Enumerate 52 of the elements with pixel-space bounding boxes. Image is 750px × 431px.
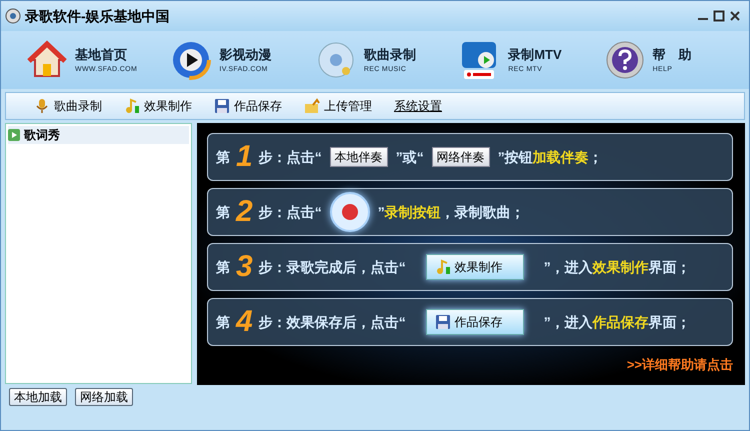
help-icon <box>604 40 645 80</box>
step-text: ”，进入 <box>544 258 593 276</box>
close-icon[interactable] <box>729 10 741 22</box>
step-text: ”，进入 <box>544 312 593 332</box>
nav-title[interactable]: 基地首页 <box>75 45 138 64</box>
step-prefix: 第 <box>216 258 230 276</box>
window-title: 录歌软件-娱乐基地中国 <box>25 6 170 26</box>
help-link[interactable]: >>详细帮助请点击 <box>626 355 733 374</box>
music-note-icon <box>434 259 451 275</box>
nav-title[interactable]: 帮 助 <box>652 45 692 64</box>
step-text: 界面； <box>648 312 691 332</box>
highlight-text: 加载伴奏 <box>532 148 589 166</box>
step-prefix: 第 <box>216 312 230 332</box>
step-text: 步：点击“ <box>258 202 322 222</box>
toolbar-item[interactable]: 效果制作 <box>144 97 192 115</box>
step-text: ”按钮 <box>498 148 533 166</box>
step-prefix: 第 <box>216 148 230 166</box>
nav-title[interactable]: 影视动漫 <box>219 45 272 64</box>
house-icon <box>27 40 67 80</box>
toolbar-item[interactable]: 作品保存 <box>234 97 282 115</box>
toolbar-item[interactable]: 歌曲录制 <box>54 97 102 115</box>
step-prefix: 第 <box>216 202 230 222</box>
step-number: 2 <box>236 197 253 227</box>
disc-icon <box>316 40 356 80</box>
play-disc-icon <box>171 40 212 80</box>
nav-title[interactable]: 录制MTV <box>508 45 562 64</box>
microphone-icon <box>34 98 50 114</box>
nav-title[interactable]: 歌曲录制 <box>364 45 416 64</box>
app-logo-icon <box>5 8 21 24</box>
folder-arrow-icon <box>304 98 320 114</box>
step-text: 步：效果保存后，点击“ <box>258 312 406 332</box>
play-icon <box>8 129 20 141</box>
maximize-icon[interactable] <box>713 10 725 22</box>
music-note-icon <box>124 98 140 114</box>
step-text: 步：点击“ <box>258 148 322 167</box>
settings-link[interactable]: 系统设置 <box>394 97 442 115</box>
step-number: 1 <box>236 142 253 172</box>
step-text: ” <box>378 202 385 222</box>
step-text: 步：录歌完成后，点击“ <box>258 258 406 277</box>
step-number: 3 <box>236 252 253 282</box>
highlight-text: 录制按钮 <box>384 202 441 222</box>
load-button[interactable]: 本地加载 <box>9 388 67 406</box>
step-text: ； <box>588 148 603 166</box>
step-text: ”或“ <box>396 148 424 166</box>
step-text: ，录制歌曲； <box>440 202 525 222</box>
load-button[interactable]: 网络加载 <box>75 388 133 406</box>
highlight-text: 作品保存 <box>592 312 649 332</box>
sidebar-item[interactable]: 歌词秀 <box>24 126 60 144</box>
highlight-text: 效果制作 <box>592 258 649 276</box>
step-text: 界面； <box>648 258 691 276</box>
toolbar-item[interactable]: 上传管理 <box>324 97 372 115</box>
step-number: 4 <box>236 307 253 337</box>
